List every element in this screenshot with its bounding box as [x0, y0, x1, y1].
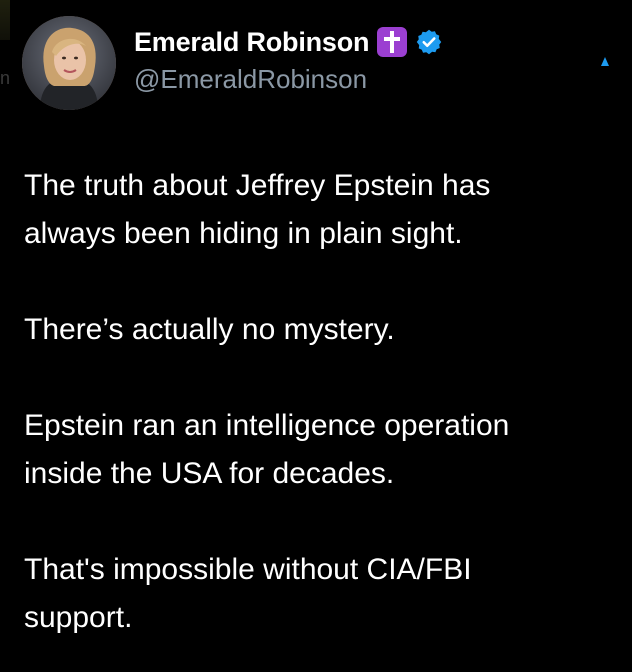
- tweet-paragraph: There’s actually no mystery.: [24, 313, 395, 346]
- tweet-paragraph: The truth about Jeffrey Epstein has alwa…: [24, 169, 491, 250]
- verified-icon[interactable]: [415, 28, 443, 56]
- avatar-image: [22, 16, 116, 110]
- edge-fragment: n: [0, 68, 11, 88]
- tweet-card: n Emerald Robinson @EmeraldRobinson The …: [0, 0, 632, 672]
- corner-fragment: [0, 0, 10, 40]
- avatar[interactable]: [22, 16, 116, 110]
- tweet-text: The truth about Jeffrey Epstein has alwa…: [24, 162, 620, 642]
- tweet-paragraph: That's impossible without CIA/FBI suppor…: [24, 553, 472, 634]
- cross-icon: [377, 27, 408, 57]
- author-handle[interactable]: @EmeraldRobinson: [134, 64, 367, 95]
- author-name-row: Emerald Robinson: [134, 24, 443, 60]
- author-display-name[interactable]: Emerald Robinson: [134, 27, 370, 58]
- tweet-paragraph: Epstein ran an intelligence operation in…: [24, 409, 510, 490]
- pin-dot-icon: [601, 57, 609, 66]
